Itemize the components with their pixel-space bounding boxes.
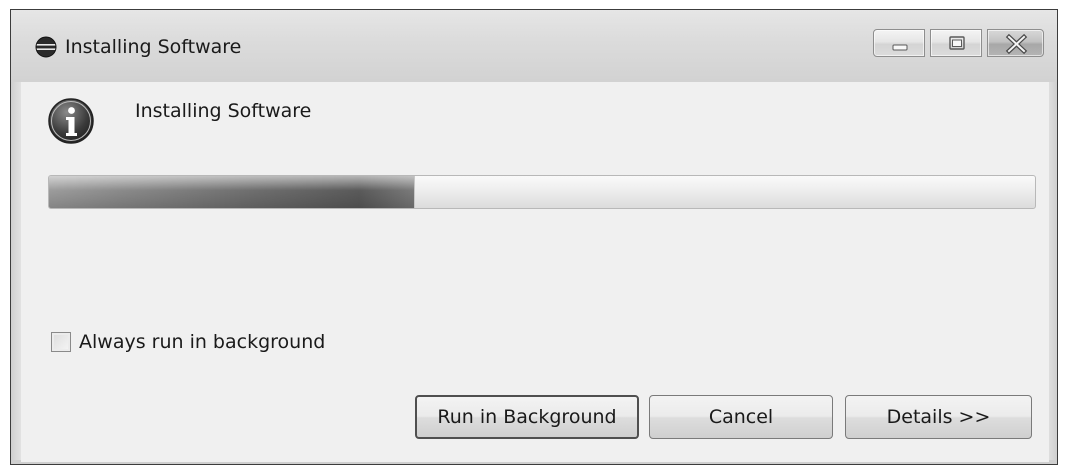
installing-software-window: Installing Software Installing Software … bbox=[10, 9, 1058, 465]
window-frame-left bbox=[11, 82, 21, 464]
status-message: Installing Software bbox=[135, 100, 312, 122]
eclipse-app-icon bbox=[35, 36, 57, 58]
always-background-option[interactable]: Always run in background bbox=[51, 329, 325, 355]
maximize-button[interactable] bbox=[930, 29, 982, 57]
dialog-body: Installing Software Always run in backgr… bbox=[21, 82, 1049, 462]
progress-bar bbox=[48, 175, 1036, 209]
details-button[interactable]: Details >> bbox=[845, 395, 1032, 439]
always-background-label[interactable]: Always run in background bbox=[79, 331, 325, 353]
cancel-button[interactable]: Cancel bbox=[649, 395, 833, 439]
close-button[interactable] bbox=[987, 29, 1044, 57]
run-in-background-button[interactable]: Run in Background bbox=[415, 395, 639, 439]
window-title: Installing Software bbox=[65, 36, 242, 58]
info-icon bbox=[47, 94, 95, 148]
progress-bar-fill bbox=[49, 176, 415, 208]
always-background-checkbox[interactable] bbox=[51, 332, 71, 352]
title-bar[interactable]: Installing Software bbox=[11, 10, 1057, 82]
minimize-button[interactable] bbox=[873, 29, 925, 57]
